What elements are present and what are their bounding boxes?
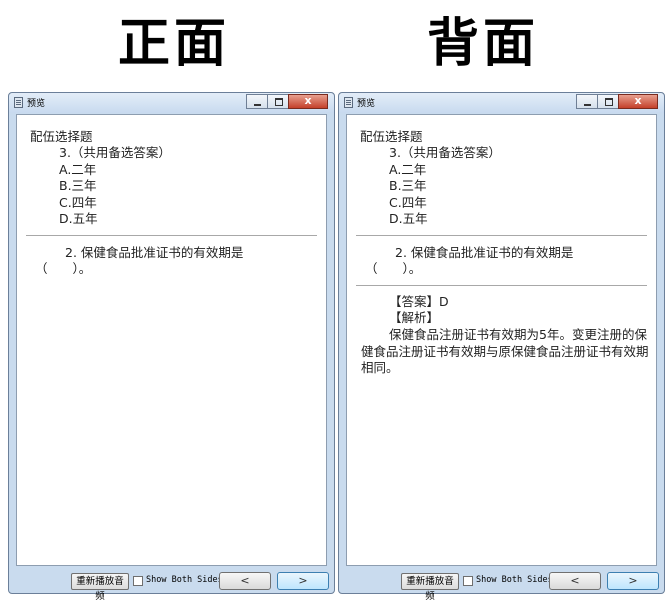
close-button[interactable] [618,94,658,109]
back-preview-window: 预览 配伍选择题 3.（共用备选答案） A.二年 B.三年 C.四年 D.五年 … [338,92,665,602]
option-a: A.二年 [389,162,427,177]
show-both-sides-label: Show Both Sides [476,575,553,585]
replay-audio-button[interactable]: 重新播放音频 [71,573,129,602]
question-type: 配伍选择题 [30,129,93,144]
show-both-sides-checkbox[interactable] [133,576,143,586]
minimize-button[interactable] [246,94,268,109]
question-stem-blank: （ ）。 [35,261,92,276]
card-content-area: 配伍选择题 3.（共用备选答案） A.二年 B.三年 C.四年 D.五年 2. … [346,114,657,566]
title-bar[interactable]: 预览 [339,93,664,113]
show-both-sides-checkbox[interactable] [463,576,473,586]
back-heading: 背面 [427,13,540,74]
window-title: 预览 [27,99,46,109]
bottom-toolbar: 重新播放音频 Show Both Sides < > [9,567,334,602]
option-b: B.三年 [59,178,97,193]
option-d: D.五年 [59,211,98,226]
separator [356,235,647,236]
question-stem-blank: （ ）。 [365,261,422,276]
minimize-button[interactable] [576,94,598,109]
question-stem: 2. 保健食品批准证书的有效期是 [65,245,244,260]
close-button[interactable] [288,94,328,109]
app-icon [14,97,23,108]
prev-button[interactable]: < [549,572,601,590]
card-content-area: 配伍选择题 3.（共用备选答案） A.二年 B.三年 C.四年 D.五年 2. … [16,114,327,566]
question-group: 3.（共用备选答案） [389,145,501,160]
separator [356,285,647,286]
maximize-button[interactable] [597,94,619,109]
analysis-label: 【解析】 [389,310,440,325]
show-both-sides-label: Show Both Sides [146,575,223,585]
prev-button[interactable]: < [219,572,271,590]
option-b: B.三年 [389,178,427,193]
window-title: 预览 [357,99,376,109]
question-type: 配伍选择题 [360,129,423,144]
next-button[interactable]: > [607,572,659,590]
bottom-toolbar: 重新播放音频 Show Both Sides < > [339,567,664,602]
app-icon [344,97,353,108]
front-heading: 正面 [118,13,231,74]
question-group: 3.（共用备选答案） [59,145,171,160]
maximize-button[interactable] [267,94,289,109]
next-button[interactable]: > [277,572,329,590]
separator [26,235,317,236]
option-d: D.五年 [389,211,428,226]
option-c: C.四年 [389,195,427,210]
option-c: C.四年 [59,195,97,210]
question-stem: 2. 保健食品批准证书的有效期是 [395,245,574,260]
answer-line: 【答案】D [389,294,449,309]
analysis-text: 保健食品注册证书有效期为5年。变更注册的保健食品注册证书有效期与原保健食品注册证… [361,327,649,375]
front-preview-window: 预览 配伍选择题 3.（共用备选答案） A.二年 B.三年 C.四年 D.五年 … [8,92,335,602]
option-a: A.二年 [59,162,97,177]
title-bar[interactable]: 预览 [9,93,334,113]
replay-audio-button[interactable]: 重新播放音频 [401,573,459,602]
